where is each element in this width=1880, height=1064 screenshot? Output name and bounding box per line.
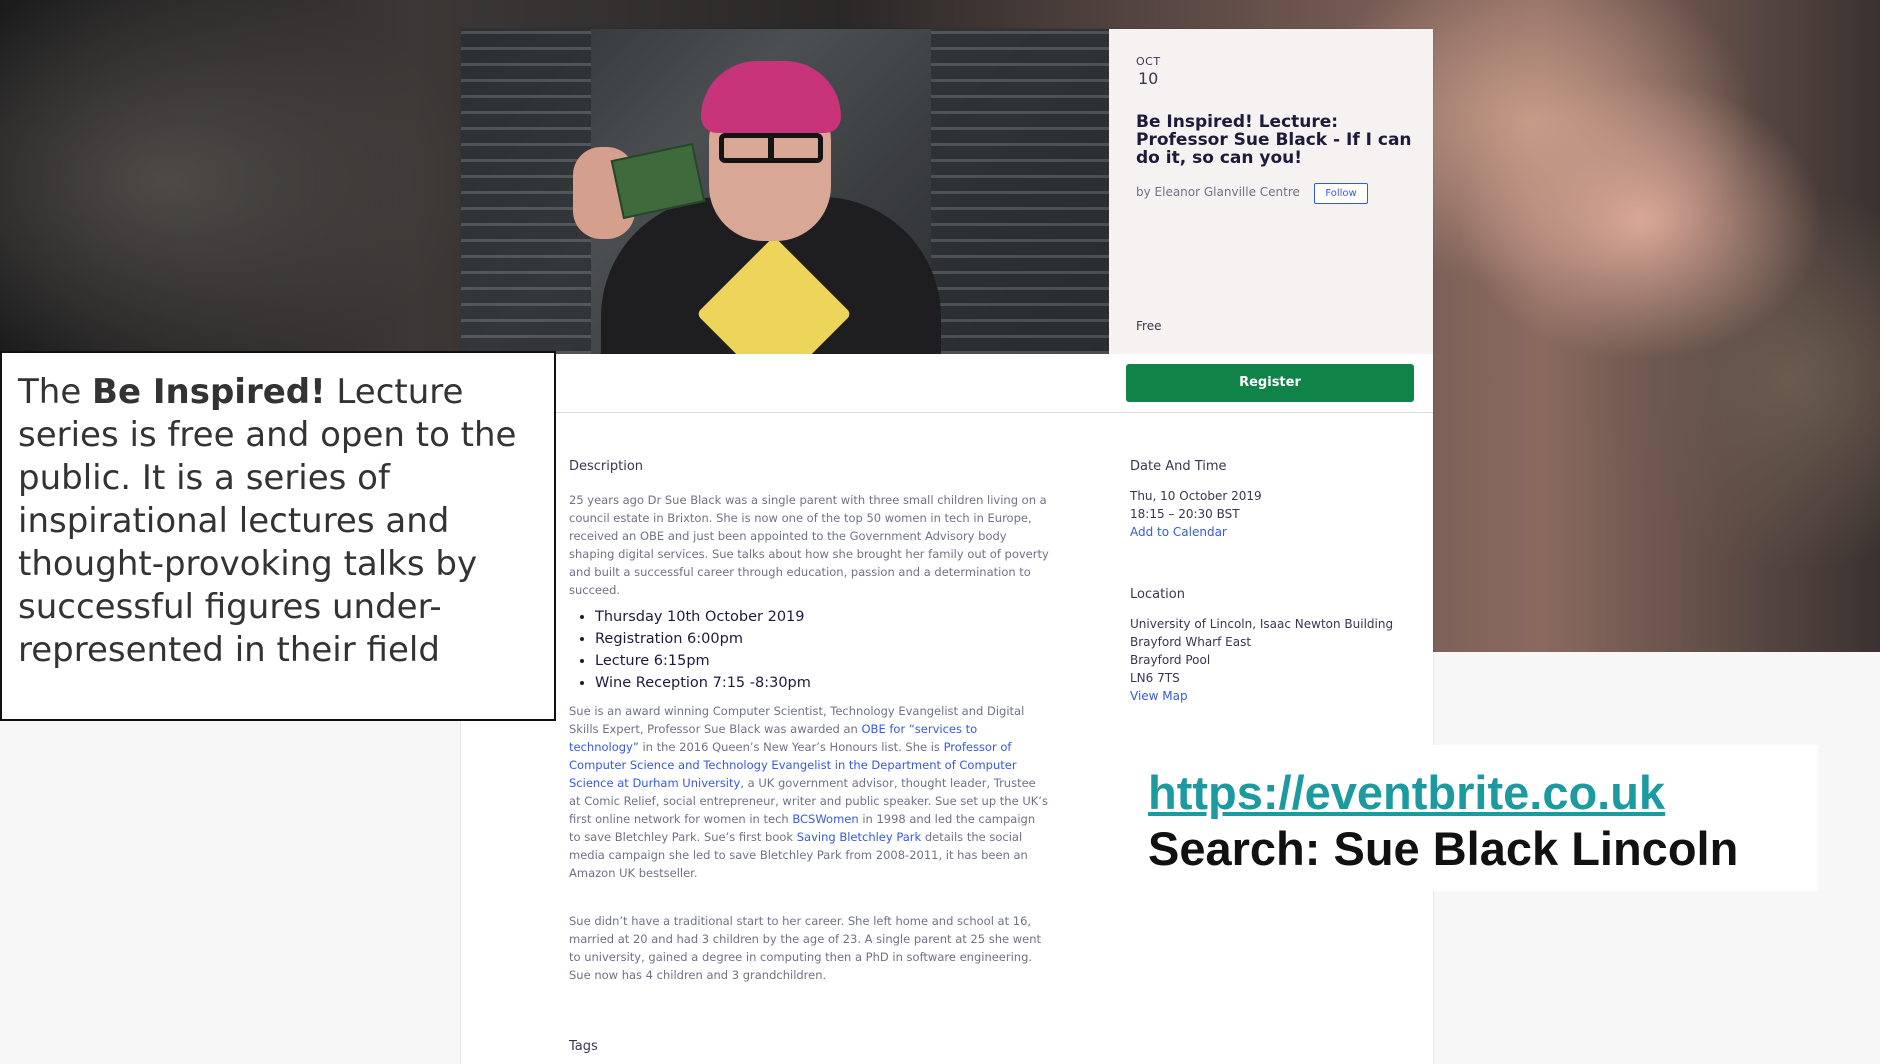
location-line: University of Lincoln, Isaac Newton Buil… bbox=[1130, 617, 1394, 631]
bcswomen-link[interactable]: BCSWomen bbox=[792, 812, 858, 826]
divider bbox=[461, 412, 1433, 413]
event-hero-image bbox=[461, 29, 1109, 354]
list-item: Wine Reception 7:15 -8:30pm bbox=[595, 672, 1015, 694]
register-button[interactable]: Register bbox=[1126, 364, 1414, 402]
event-price: Free bbox=[1136, 319, 1162, 333]
glasses bbox=[719, 133, 823, 163]
bio-text: in the 2016 Queen’s New Year’s Honours l… bbox=[638, 740, 944, 754]
description-heading: Description bbox=[569, 459, 644, 474]
description-bio: Sue is an award winning Computer Scienti… bbox=[569, 702, 1049, 882]
callout-text: Lecture series is free and open to the p… bbox=[18, 372, 517, 670]
location-line: LN6 7TS bbox=[1130, 671, 1180, 685]
date-time-heading: Date And Time bbox=[1130, 459, 1227, 474]
organizer-name[interactable]: by Eleanor Glanville Centre bbox=[1136, 185, 1300, 199]
add-to-calendar-link[interactable]: Add to Calendar bbox=[1130, 523, 1262, 541]
tags-heading: Tags bbox=[569, 1039, 598, 1054]
date-time-block: Thu, 10 October 2019 18:15 – 20:30 BST A… bbox=[1130, 487, 1262, 541]
view-map-link[interactable]: View Map bbox=[1130, 687, 1393, 705]
server-rack bbox=[931, 29, 1109, 354]
location-line: Brayford Wharf East bbox=[1130, 635, 1252, 649]
list-item: Lecture 6:15pm bbox=[595, 650, 1015, 672]
event-info-panel: OCT 10 Be Inspired! Lecture: Professor S… bbox=[1109, 29, 1433, 354]
series-callout-box: The Be Inspired! Lecture series is free … bbox=[0, 351, 556, 721]
person-hair bbox=[701, 61, 841, 133]
callout-bold: Be Inspired! bbox=[92, 372, 326, 412]
url-overlay-box: https://eventbrite.co.uk Search: Sue Bla… bbox=[1132, 745, 1818, 891]
event-day: 10 bbox=[1138, 69, 1159, 88]
location-heading: Location bbox=[1130, 587, 1185, 602]
follow-button[interactable]: Follow bbox=[1314, 183, 1368, 204]
eventbrite-url-link[interactable]: https://eventbrite.co.uk bbox=[1148, 765, 1665, 820]
schedule-list: Thursday 10th October 2019 Registration … bbox=[569, 606, 1015, 694]
event-time: 18:15 – 20:30 BST bbox=[1130, 507, 1240, 521]
saving-bletchley-link[interactable]: Saving Bletchley Park bbox=[797, 830, 921, 844]
description-intro: 25 years ago Dr Sue Black was a single p… bbox=[569, 493, 1049, 597]
event-title: Be Inspired! Lecture: Professor Sue Blac… bbox=[1136, 112, 1412, 168]
location-block: University of Lincoln, Isaac Newton Buil… bbox=[1130, 615, 1393, 705]
event-month: OCT bbox=[1136, 55, 1161, 68]
event-date: Thu, 10 October 2019 bbox=[1130, 489, 1262, 503]
event-card: OCT 10 Be Inspired! Lecture: Professor S… bbox=[461, 29, 1433, 1064]
server-rack bbox=[461, 29, 591, 354]
list-item: Registration 6:00pm bbox=[595, 628, 1015, 650]
location-line: Brayford Pool bbox=[1130, 653, 1211, 667]
description-closing: Sue didn’t have a traditional start to h… bbox=[569, 914, 1041, 982]
search-instruction: Search: Sue Black Lincoln bbox=[1148, 822, 1739, 875]
callout-text: The bbox=[18, 372, 93, 412]
list-item: Thursday 10th October 2019 bbox=[595, 606, 1015, 628]
